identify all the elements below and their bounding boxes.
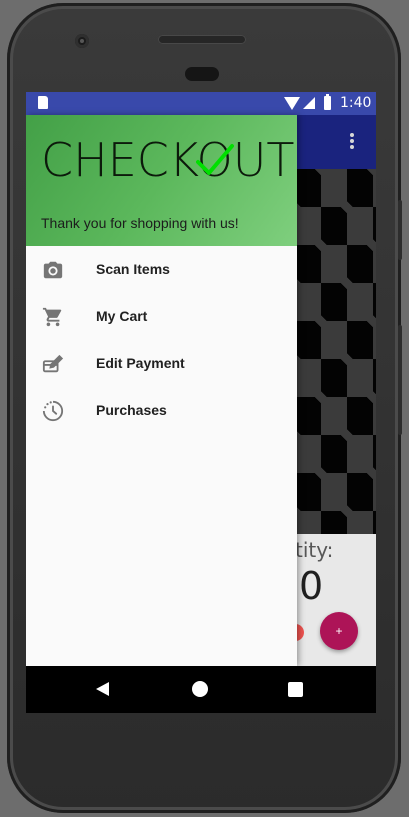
menu-item-label: Edit Payment — [96, 355, 185, 371]
earpiece-speaker — [158, 35, 246, 44]
front-camera — [75, 34, 89, 48]
menu-item-edit-payment[interactable]: Edit Payment — [26, 340, 297, 387]
camera-icon — [43, 261, 63, 279]
power-button — [398, 200, 402, 260]
drawer-header: CHECKOUT Thank you for shopping with us! — [26, 115, 297, 246]
menu-item-purchases[interactable]: Purchases — [26, 387, 297, 434]
drawer-menu: Scan Items My Cart Edit Payment Purchase… — [26, 246, 297, 434]
cell-signal-icon — [303, 97, 315, 109]
camera-preview — [295, 169, 376, 534]
proximity-sensor — [185, 67, 219, 81]
payment-icon — [42, 354, 64, 373]
quantity-value: 0 — [299, 564, 324, 608]
status-bar: 1:40 — [26, 92, 376, 115]
drawer-subtitle: Thank you for shopping with us! — [41, 215, 239, 231]
navigation-bar — [26, 666, 376, 713]
overflow-menu-icon[interactable] — [346, 133, 358, 153]
battery-icon — [324, 94, 331, 110]
menu-item-scan-items[interactable]: Scan Items — [26, 246, 297, 293]
sd-card-icon — [38, 96, 48, 109]
wifi-icon — [284, 97, 300, 110]
cart-icon — [42, 307, 62, 327]
back-icon[interactable] — [96, 682, 109, 696]
quantity-label: tity: — [295, 538, 334, 562]
increment-button[interactable]: + — [320, 612, 358, 650]
volume-button — [398, 325, 402, 435]
history-icon — [42, 400, 64, 422]
menu-item-my-cart[interactable]: My Cart — [26, 293, 297, 340]
recents-icon[interactable] — [288, 682, 303, 697]
menu-item-label: My Cart — [96, 308, 148, 324]
navigation-drawer: CHECKOUT Thank you for shopping with us!… — [26, 115, 297, 666]
menu-item-label: Purchases — [96, 402, 167, 418]
home-icon[interactable] — [192, 681, 208, 697]
menu-item-label: Scan Items — [96, 261, 170, 277]
checkmark-icon — [196, 144, 234, 175]
status-time: 1:40 — [340, 95, 372, 111]
app-title: CHECKOUT — [41, 133, 295, 187]
screen: 1:40 tity: 0 + CHECKOUT Thank you for sh… — [26, 92, 376, 713]
